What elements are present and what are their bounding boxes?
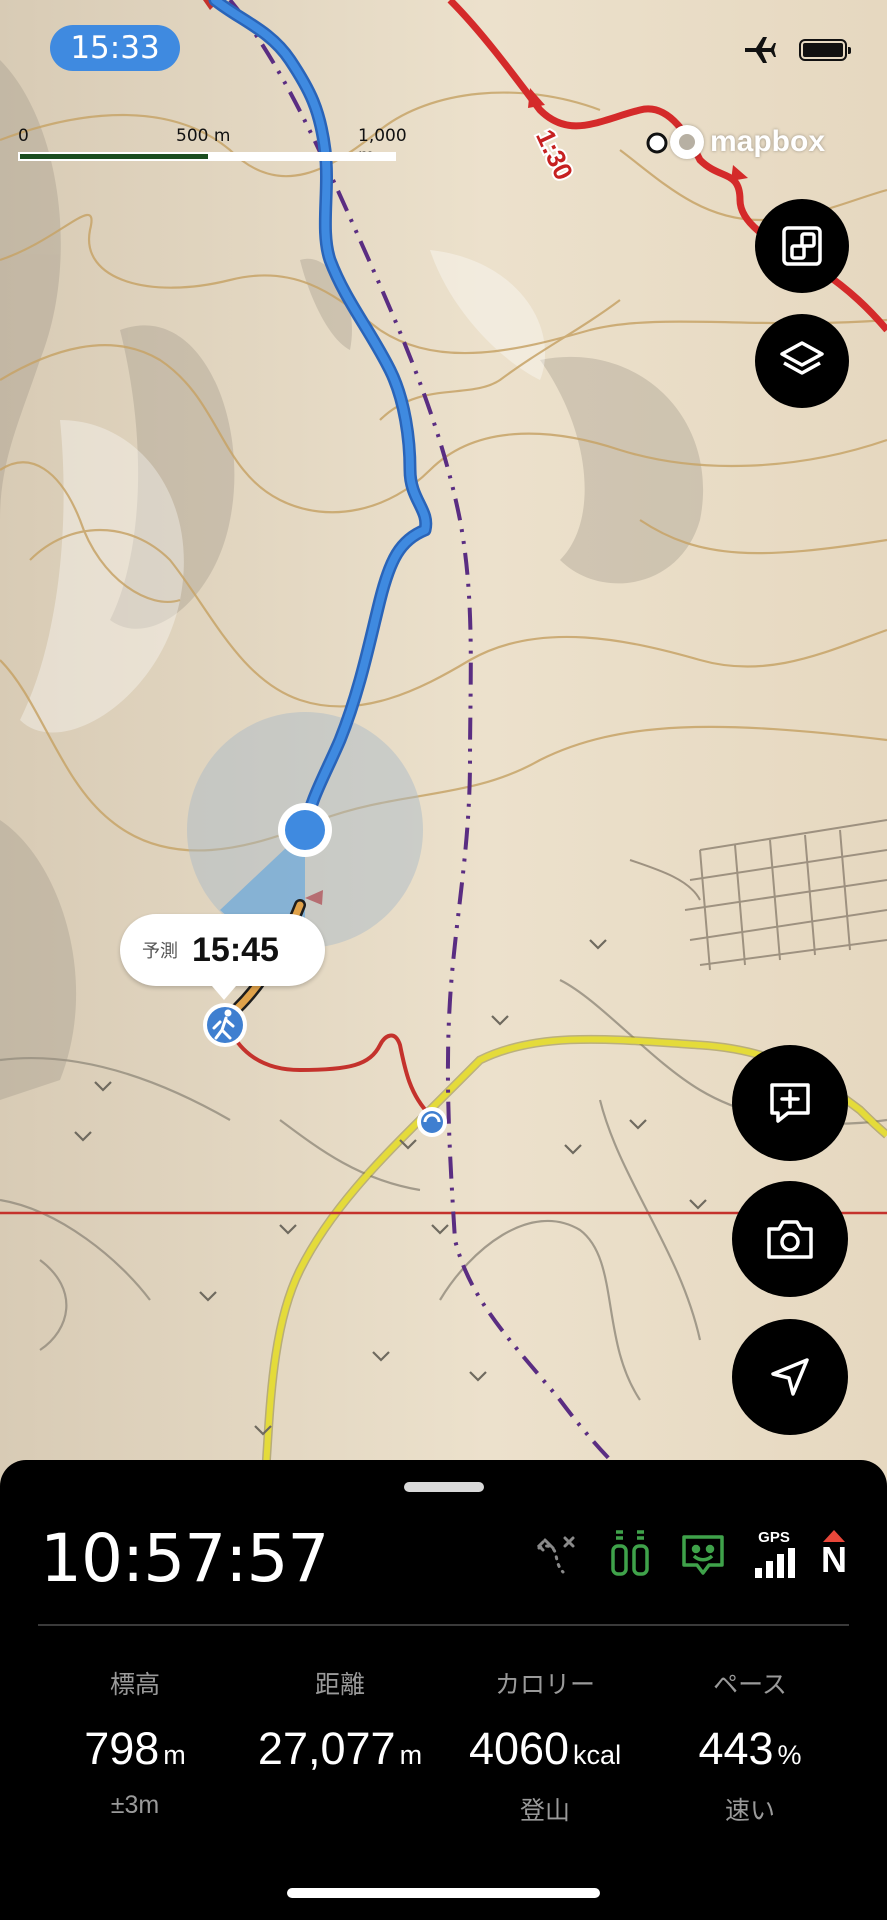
fit-screen-icon	[782, 226, 822, 266]
stat-pace-heading: ペース	[713, 1671, 787, 1699]
stat-calories-heading: カロリー	[494, 1671, 595, 1699]
route-icon[interactable]	[535, 1530, 581, 1578]
battery-icon	[799, 39, 851, 61]
hiker-icon[interactable]	[203, 1003, 247, 1047]
stat-distance-value-row: 27,077 m	[235, 1723, 445, 1775]
stat-pace-sub: 速い	[724, 1797, 775, 1825]
gps-label: GPS	[758, 1529, 790, 1546]
stat-altitude-heading: 標高	[109, 1671, 160, 1699]
scale-bar-light	[208, 152, 396, 161]
stat-altitude: 標高 798 m ±3m	[30, 1665, 240, 1821]
trail-junction-icon[interactable]	[417, 1107, 447, 1137]
add-note-button[interactable]	[732, 1045, 848, 1161]
north-label: N	[821, 1539, 847, 1580]
fit-screen-button[interactable]	[755, 199, 849, 293]
home-indicator[interactable]	[287, 1888, 600, 1898]
activity-stats-panel[interactable]: 10:57:57 GPS N 標高 798 m ±3m 距離 27,077 m …	[0, 1460, 887, 1920]
stat-calories-unit: kcal	[573, 1740, 622, 1770]
stat-distance: 距離 27,077 m	[235, 1665, 445, 1821]
navigation-arrow-icon	[771, 1358, 809, 1396]
stat-calories: カロリー 4060 kcal 登山	[440, 1665, 650, 1827]
camera-icon	[767, 1220, 813, 1259]
eta-prediction-bubble[interactable]: 予測 15:45	[120, 914, 325, 1000]
scale-bar-dark	[18, 152, 210, 161]
status-time: 15:33	[70, 30, 160, 66]
add-note-icon	[770, 1083, 810, 1123]
status-time-pill[interactable]: 15:33	[50, 25, 180, 71]
scale-label-500: 500 m	[176, 126, 231, 146]
eta-prediction-label: 予測	[142, 941, 178, 961]
companion-icon[interactable]	[679, 1532, 727, 1578]
scale-label-0: 0	[18, 126, 29, 146]
mapbox-logo-icon	[670, 125, 704, 159]
stat-calories-value-row: 4060 kcal	[440, 1723, 650, 1775]
stat-distance-unit: m	[399, 1740, 423, 1770]
camera-button[interactable]	[732, 1181, 848, 1297]
stat-altitude-sub: ±3m	[110, 1791, 160, 1819]
stat-pace-value: 443	[698, 1723, 774, 1774]
airplane-icon	[745, 37, 776, 63]
panel-drag-handle[interactable]	[404, 1482, 484, 1492]
stat-altitude-unit: m	[163, 1740, 186, 1770]
current-location-core	[285, 810, 325, 850]
stat-pace: ペース 443% 速い	[645, 1665, 855, 1827]
mapbox-attribution[interactable]: mapbox	[670, 125, 825, 159]
stat-distance-heading: 距離	[314, 1671, 365, 1699]
panel-status-icons: GPS N	[535, 1526, 847, 1578]
panel-divider	[38, 1624, 849, 1626]
stat-pace-unit: %	[777, 1740, 802, 1770]
elapsed-clock: 10:57:57	[40, 1520, 329, 1597]
mapbox-wordmark: mapbox	[710, 125, 826, 158]
stat-pace-value-row: 443%	[645, 1723, 855, 1775]
layers-icon	[780, 341, 824, 375]
locate-me-button[interactable]	[732, 1319, 848, 1435]
eta-prediction-time: 15:45	[192, 930, 279, 969]
status-icons	[743, 36, 851, 64]
stat-distance-sub	[235, 1791, 445, 1821]
map-layers-button[interactable]	[755, 314, 849, 408]
stat-altitude-value-row: 798 m	[30, 1723, 240, 1775]
stat-altitude-value: 798	[84, 1723, 160, 1774]
stat-distance-value: 27,077	[257, 1723, 396, 1774]
stat-calories-value: 4060	[468, 1723, 570, 1774]
stat-calories-sub: 登山	[519, 1797, 570, 1825]
trail-waypoint	[646, 132, 668, 154]
bottles-icon[interactable]	[607, 1526, 653, 1578]
gps-signal-icon[interactable]: GPS	[753, 1529, 795, 1578]
gps-bars-icon	[755, 1548, 795, 1578]
scale-bar: 0 500 m 1,000 m	[18, 126, 407, 166]
compass-north-icon[interactable]: N	[821, 1530, 847, 1578]
